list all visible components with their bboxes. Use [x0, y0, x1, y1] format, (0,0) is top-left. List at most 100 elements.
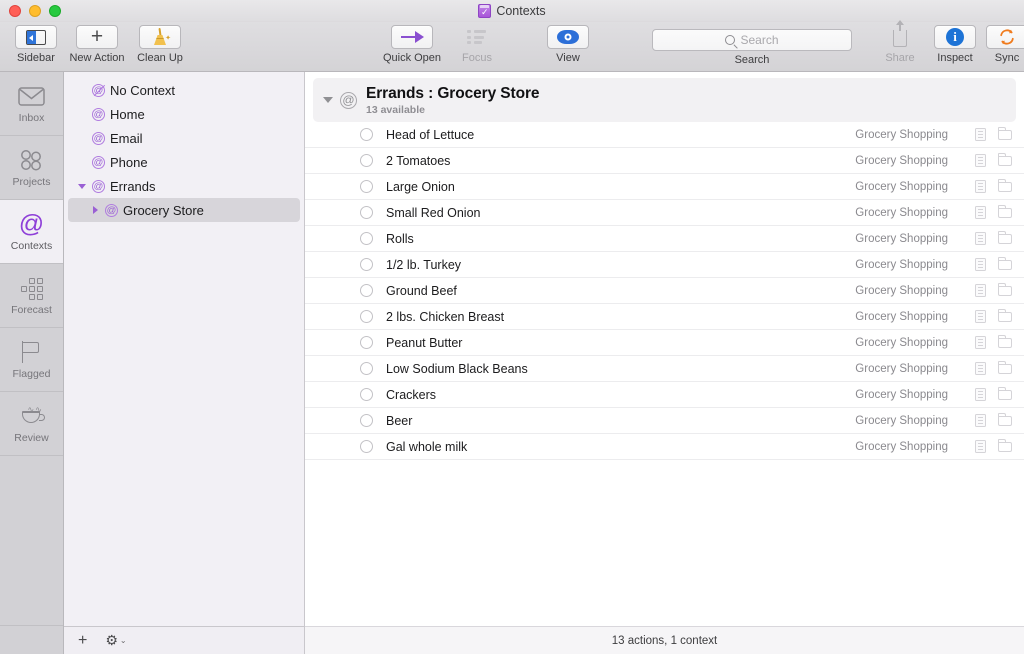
- new-action-toolbar-button[interactable]: + New Action: [64, 22, 130, 64]
- search-input[interactable]: Search: [652, 29, 852, 51]
- task-checkbox[interactable]: [360, 362, 373, 375]
- task-project: Grocery Shopping: [855, 310, 948, 323]
- context-row-label: Home: [110, 106, 145, 122]
- context-row-errands[interactable]: @ Errands: [68, 174, 300, 198]
- table-row[interactable]: Gal whole milk Grocery Shopping: [305, 434, 1024, 460]
- table-row[interactable]: 2 lbs. Chicken Breast Grocery Shopping: [305, 304, 1024, 330]
- row-icon-group: [975, 205, 1012, 219]
- task-checkbox[interactable]: [360, 284, 373, 297]
- context-actions-menu-button[interactable]: ⚙ ⌄: [105, 632, 126, 649]
- quick-open-button-label: Quick Open: [382, 52, 442, 64]
- at-sign-icon: @: [92, 131, 105, 145]
- task-checkbox[interactable]: [360, 232, 373, 245]
- sidebar-item-contexts[interactable]: @ Contexts: [0, 200, 63, 264]
- folder-icon[interactable]: [997, 387, 1012, 400]
- row-icon-group: [975, 413, 1012, 427]
- task-checkbox[interactable]: [360, 388, 373, 401]
- sidebar-item-projects[interactable]: Projects: [0, 136, 63, 200]
- context-row-grocery-store[interactable]: @ Grocery Store: [68, 198, 300, 222]
- folder-icon[interactable]: [997, 153, 1012, 166]
- clean-up-button-label: Clean Up: [137, 52, 183, 64]
- folder-icon[interactable]: [997, 361, 1012, 374]
- table-row[interactable]: Crackers Grocery Shopping: [305, 382, 1024, 408]
- note-icon[interactable]: [975, 258, 986, 271]
- task-checkbox[interactable]: [360, 310, 373, 323]
- note-icon[interactable]: [975, 388, 986, 401]
- folder-icon[interactable]: [997, 205, 1012, 218]
- sidebar-button-face: [15, 25, 57, 49]
- task-checkbox[interactable]: [360, 206, 373, 219]
- task-checkbox[interactable]: [360, 154, 373, 167]
- forecast-grid-icon: [20, 275, 44, 301]
- table-row[interactable]: Large Onion Grocery Shopping: [305, 174, 1024, 200]
- sidebar-item-flagged[interactable]: Flagged: [0, 328, 63, 392]
- zoom-button[interactable]: [49, 4, 61, 17]
- note-icon[interactable]: [975, 362, 986, 375]
- table-row[interactable]: Ground Beef Grocery Shopping: [305, 278, 1024, 304]
- disclosure-triangle-right-icon[interactable]: [90, 206, 100, 214]
- table-row[interactable]: Head of Lettuce Grocery Shopping: [305, 122, 1024, 148]
- task-name: Rolls: [386, 231, 414, 246]
- group-disclosure-triangle-icon[interactable]: [323, 97, 333, 103]
- note-icon[interactable]: [975, 414, 986, 427]
- folder-icon[interactable]: [997, 257, 1012, 270]
- task-list-scroll[interactable]: @ Errands : Grocery Store 13 available H…: [305, 72, 1024, 626]
- note-icon[interactable]: [975, 310, 986, 323]
- minimize-button[interactable]: [29, 4, 41, 17]
- context-row-home[interactable]: @ Home: [68, 102, 300, 126]
- table-row[interactable]: Small Red Onion Grocery Shopping: [305, 200, 1024, 226]
- folder-icon[interactable]: [997, 413, 1012, 426]
- task-checkbox[interactable]: [360, 180, 373, 193]
- folder-icon[interactable]: [997, 127, 1012, 140]
- task-checkbox[interactable]: [360, 336, 373, 349]
- focus-toolbar-button[interactable]: Focus: [448, 22, 506, 64]
- task-checkbox[interactable]: [360, 258, 373, 271]
- sync-toolbar-button[interactable]: Sync: [982, 22, 1024, 64]
- sidebar-item-inbox[interactable]: Inbox: [0, 72, 63, 136]
- broom-icon: ✦: [150, 27, 171, 46]
- folder-icon[interactable]: [997, 231, 1012, 244]
- table-row[interactable]: Peanut Butter Grocery Shopping: [305, 330, 1024, 356]
- context-row-email[interactable]: @ Email: [68, 126, 300, 150]
- note-icon[interactable]: [975, 440, 986, 453]
- task-name: 2 Tomatoes: [386, 153, 451, 168]
- plus-icon: +: [90, 25, 104, 48]
- folder-icon[interactable]: [997, 335, 1012, 348]
- group-header[interactable]: @ Errands : Grocery Store 13 available: [313, 78, 1016, 122]
- table-row[interactable]: Rolls Grocery Shopping: [305, 226, 1024, 252]
- table-row[interactable]: 2 Tomatoes Grocery Shopping: [305, 148, 1024, 174]
- task-checkbox[interactable]: [360, 440, 373, 453]
- note-icon[interactable]: [975, 180, 986, 193]
- sidebar-toolbar-button[interactable]: Sidebar: [8, 22, 64, 64]
- quick-open-toolbar-button[interactable]: Quick Open: [376, 22, 448, 64]
- row-icon-group: [975, 127, 1012, 141]
- folder-icon[interactable]: [997, 309, 1012, 322]
- note-icon[interactable]: [975, 336, 986, 349]
- close-button[interactable]: [9, 4, 21, 17]
- share-toolbar-button[interactable]: Share: [872, 20, 928, 64]
- view-toolbar-button[interactable]: View: [540, 22, 596, 64]
- clean-up-toolbar-button[interactable]: ✦ Clean Up: [130, 22, 190, 64]
- folder-icon[interactable]: [997, 179, 1012, 192]
- context-row-phone[interactable]: @ Phone: [68, 150, 300, 174]
- table-row[interactable]: 1/2 lb. Turkey Grocery Shopping: [305, 252, 1024, 278]
- task-checkbox[interactable]: [360, 128, 373, 141]
- task-checkbox[interactable]: [360, 414, 373, 427]
- folder-icon[interactable]: [997, 439, 1012, 452]
- sidebar-item-review[interactable]: ∿∿ Review: [0, 392, 63, 456]
- folder-icon[interactable]: [997, 283, 1012, 296]
- note-icon[interactable]: [975, 284, 986, 297]
- table-row[interactable]: Beer Grocery Shopping: [305, 408, 1024, 434]
- context-row-no-context[interactable]: @ No Context: [68, 78, 300, 102]
- note-icon[interactable]: [975, 232, 986, 245]
- new-action-button-label: New Action: [69, 52, 125, 64]
- inspect-toolbar-button[interactable]: i Inspect: [928, 22, 982, 64]
- window-title-group: Contexts: [0, 0, 1024, 22]
- note-icon[interactable]: [975, 154, 986, 167]
- add-context-button[interactable]: +: [78, 632, 87, 649]
- note-icon[interactable]: [975, 128, 986, 141]
- table-row[interactable]: Low Sodium Black Beans Grocery Shopping: [305, 356, 1024, 382]
- sidebar-item-forecast[interactable]: Forecast: [0, 264, 63, 328]
- note-icon[interactable]: [975, 206, 986, 219]
- disclosure-triangle-down-icon[interactable]: [77, 183, 87, 189]
